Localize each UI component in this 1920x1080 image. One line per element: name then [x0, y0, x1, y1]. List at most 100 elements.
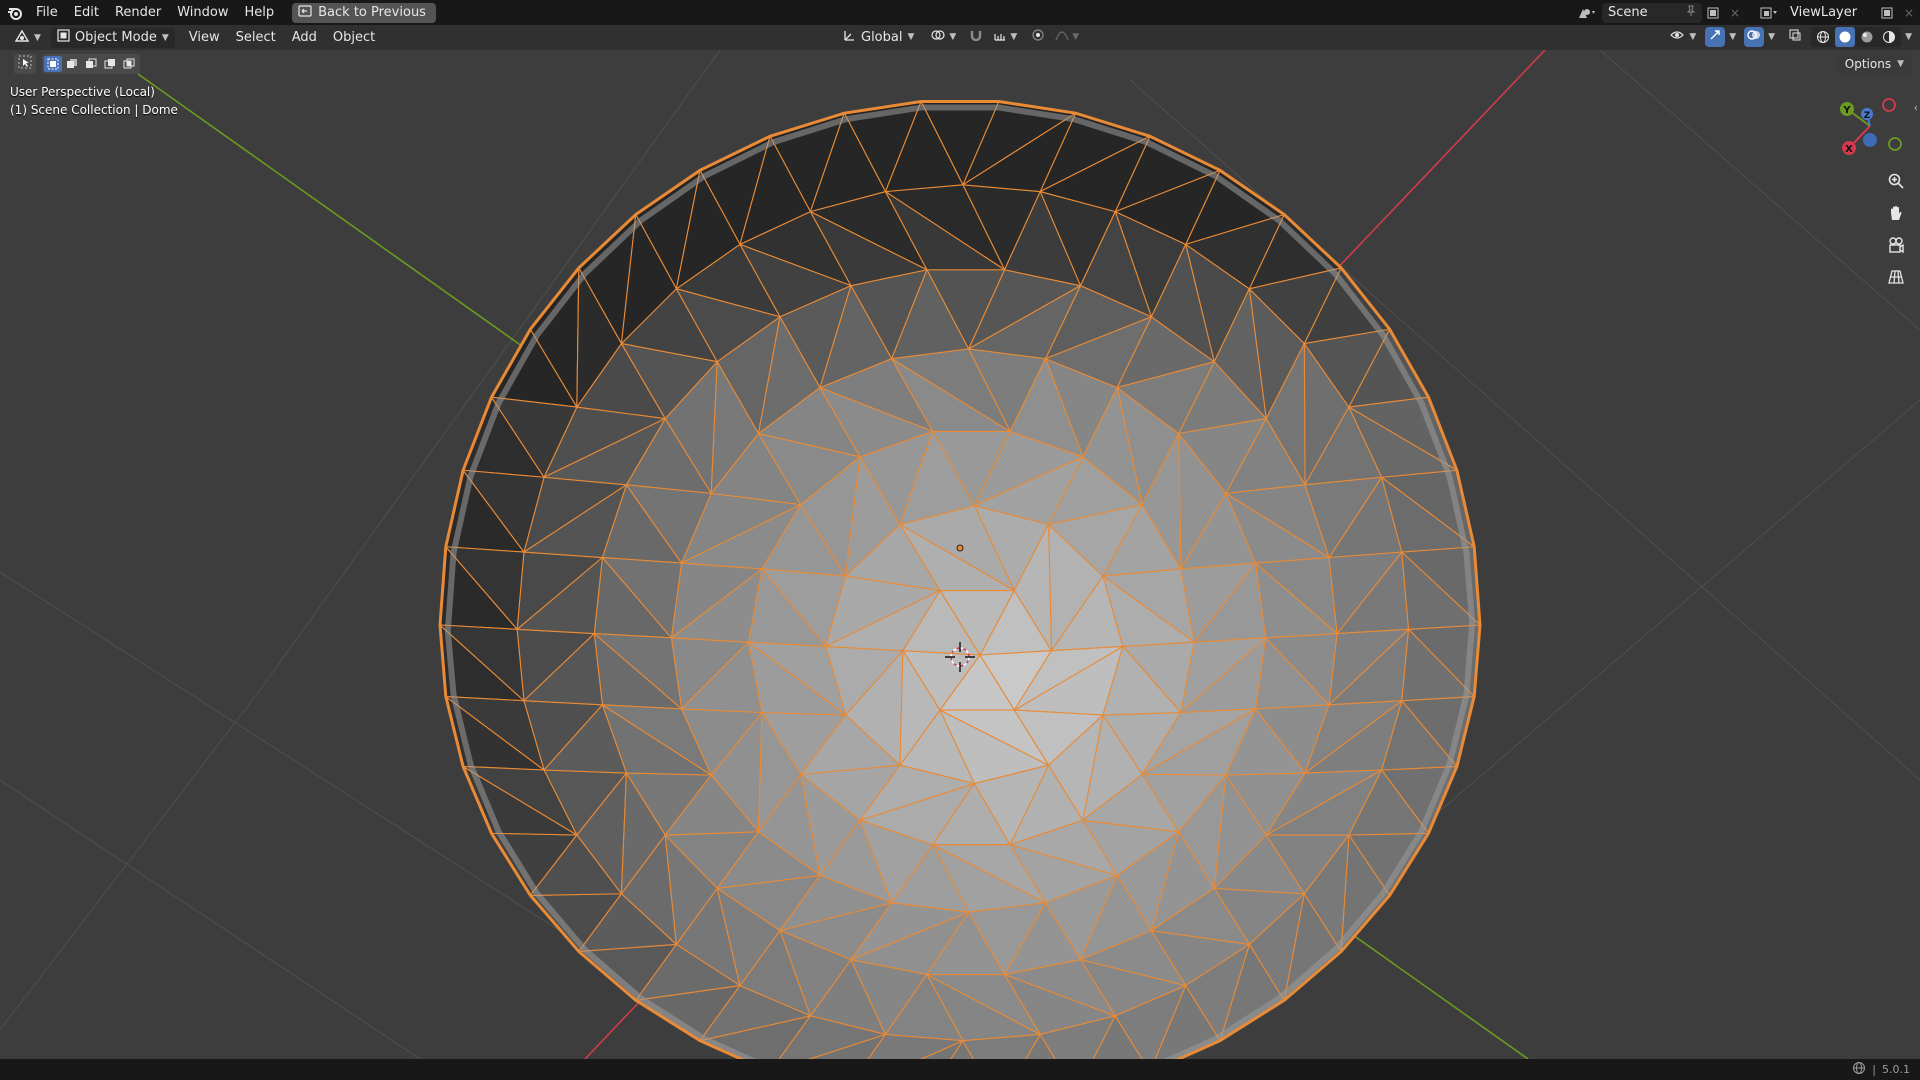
mode-label: Object Mode [74, 30, 157, 45]
wireframe-shading-icon[interactable] [1813, 27, 1833, 47]
navigation-buttons [1882, 168, 1910, 290]
gizmo-neg-x-icon[interactable] [1882, 98, 1896, 112]
chevron-down-icon: ▼ [907, 32, 915, 42]
chevron-down-icon: ▼ [1072, 32, 1080, 42]
mode-dropdown[interactable]: Object Mode ▼ [50, 27, 175, 48]
orientation-label: Global [861, 29, 903, 45]
select-invert-icon[interactable] [101, 56, 119, 72]
top-right-controls: Scene × ViewLayer × [1572, 0, 1920, 25]
3d-viewport[interactable] [0, 50, 1920, 1059]
pivot-point-button[interactable]: ▼ [924, 27, 962, 47]
select-subtract-icon[interactable] [82, 56, 100, 72]
selection-modes [42, 54, 140, 74]
menu-edit[interactable]: Edit [66, 0, 107, 25]
sidebar-toggle-icon[interactable]: ‹ [1914, 101, 1918, 114]
orientation-dropdown[interactable]: Global ▼ [836, 27, 920, 47]
chevron-down-icon: ▼ [1689, 32, 1697, 42]
overlays-dropdown[interactable]: ▼ [1766, 27, 1777, 47]
scene-name: Scene [1608, 5, 1648, 20]
gizmo-neg-y-icon[interactable] [1888, 137, 1902, 151]
gizmo-y-label: Y [1842, 105, 1851, 116]
solid-shading-icon[interactable] [1835, 27, 1856, 47]
remove-view-layer-icon[interactable]: × [1898, 3, 1920, 23]
options-label: Options [1844, 57, 1892, 71]
collection-label: (1) Scene Collection | Dome [10, 103, 178, 117]
dome-mesh[interactable] [438, 99, 1482, 1059]
snap-target-dropdown[interactable]: ▼ [990, 27, 1020, 47]
overlays-icon [1747, 28, 1761, 46]
view-layer-browse-icon[interactable] [1754, 3, 1784, 23]
3d-viewport-icon [14, 29, 30, 47]
object-origin-icon[interactable] [956, 544, 964, 552]
menu-add[interactable]: Add [286, 28, 323, 48]
new-scene-icon[interactable] [1702, 3, 1724, 23]
gizmo-neg-z-icon[interactable] [1863, 133, 1877, 147]
chevron-down-icon: ▼ [1905, 32, 1912, 42]
proportional-falloff-dropdown[interactable]: ▼ [1052, 27, 1082, 47]
gizmo-icon [1708, 28, 1722, 46]
new-view-layer-icon[interactable] [1876, 3, 1898, 23]
status-bar: | 5.0.1 [0, 1059, 1920, 1080]
view-layer-field[interactable]: ViewLayer [1784, 2, 1876, 23]
chevron-down-icon: ▼ [34, 32, 41, 43]
menu-window[interactable]: Window [169, 0, 236, 25]
magnet-icon [969, 28, 983, 46]
top-bar: File Edit Render Window Help Back to Pre… [0, 0, 1920, 25]
camera-view-icon[interactable] [1882, 232, 1910, 258]
proportional-circle-icon [1031, 28, 1045, 46]
snap-toggle[interactable] [966, 27, 986, 47]
object-mode-icon [57, 29, 70, 46]
chevron-down-icon: ▼ [949, 32, 957, 42]
viewport-display-controls: ▼ ▼ ▼ ▼ [1667, 27, 1914, 47]
select-extend-icon[interactable] [63, 56, 81, 72]
chevron-down-icon: ▼ [161, 32, 169, 43]
rendered-shading-icon[interactable] [1879, 27, 1899, 47]
orientation-axes-icon [842, 28, 856, 46]
viewport-canvas[interactable] [0, 50, 1920, 1059]
cursor-arrow-icon [18, 55, 32, 73]
pin-icon[interactable] [1686, 5, 1696, 21]
shading-dropdown[interactable]: ▼ [1903, 27, 1914, 47]
chevron-down-icon: ▼ [1768, 32, 1776, 42]
proportional-editing-toggle[interactable] [1028, 27, 1048, 47]
gizmo-toggle[interactable] [1705, 27, 1726, 47]
network-globe-icon[interactable] [1852, 1061, 1866, 1078]
xray-icon [1788, 28, 1802, 46]
scene-name-field[interactable]: Scene [1602, 2, 1702, 23]
select-intersect-icon[interactable] [120, 56, 138, 72]
menu-file[interactable]: File [28, 0, 66, 25]
gizmo-z-label: Z [1864, 111, 1871, 121]
overlays-toggle[interactable] [1744, 27, 1765, 47]
navigation-gizmo[interactable]: Y Z X [1830, 92, 1910, 164]
back-to-previous-button[interactable]: Back to Previous [292, 2, 436, 23]
select-tool-button[interactable] [14, 54, 36, 74]
eye-pointer-icon [1670, 28, 1686, 46]
gizmo-x-label: X [1845, 144, 1853, 155]
select-new-icon[interactable] [44, 56, 62, 72]
blender-logo-icon[interactable] [2, 0, 28, 25]
pivot-icon [930, 28, 946, 46]
falloff-curve-icon [1055, 28, 1069, 46]
editor-type-button[interactable]: ▼ [8, 28, 47, 48]
menu-view[interactable]: View [183, 28, 226, 48]
ortho-grid-icon[interactable] [1882, 264, 1910, 290]
menu-render[interactable]: Render [107, 0, 169, 25]
menu-select[interactable]: Select [230, 28, 282, 48]
scene-browse-icon[interactable] [1572, 3, 1602, 23]
menu-help[interactable]: Help [237, 0, 283, 25]
material-preview-shading-icon[interactable] [1857, 27, 1877, 47]
xray-toggle[interactable] [1785, 27, 1805, 47]
selectability-visibility-dropdown[interactable]: ▼ [1667, 27, 1699, 47]
menu-object[interactable]: Object [327, 28, 381, 48]
remove-scene-icon[interactable]: × [1724, 3, 1746, 23]
viewport-header: ▼ Object Mode ▼ View Select Add Object G… [0, 25, 1920, 50]
status-divider: | [1872, 1063, 1876, 1076]
gizmo-dropdown[interactable]: ▼ [1727, 27, 1738, 47]
chevron-down-icon: ▼ [1010, 32, 1018, 42]
pan-hand-icon[interactable] [1882, 200, 1910, 226]
zoom-icon[interactable] [1882, 168, 1910, 194]
screen-back-icon [298, 4, 312, 21]
snap-increment-icon [993, 28, 1007, 46]
perspective-label: User Perspective (Local) [10, 85, 155, 99]
options-dropdown[interactable]: Options ▼ [1836, 54, 1912, 74]
